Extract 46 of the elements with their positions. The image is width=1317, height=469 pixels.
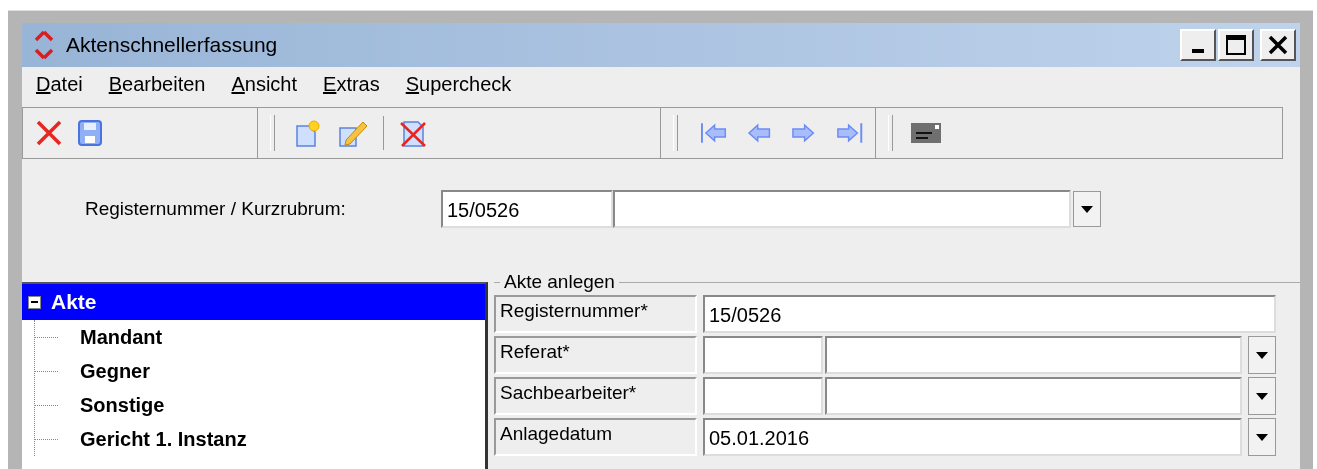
dropdown-arrow-icon — [1256, 433, 1268, 441]
close-button[interactable] — [1260, 29, 1296, 61]
menu-item[interactable]: Extras — [323, 72, 380, 96]
forward-arrow-icon[interactable] — [790, 121, 816, 145]
minimize-icon — [1192, 49, 1204, 53]
minimize-button[interactable] — [1180, 29, 1216, 61]
maximize-button[interactable] — [1218, 29, 1254, 61]
tree-item[interactable]: Mandant — [22, 320, 485, 354]
note-icon[interactable] — [911, 123, 941, 143]
input-field[interactable] — [825, 336, 1242, 374]
menu-item[interactable]: Datei — [36, 72, 83, 96]
menu-item[interactable]: Ansicht — [231, 72, 298, 96]
app-logo-icon — [32, 30, 56, 60]
menu-item[interactable]: Supercheck — [405, 72, 512, 96]
tree-item[interactable]: Gericht 1. Instanz — [22, 422, 485, 456]
delete-document-icon[interactable] — [398, 118, 428, 148]
input-field[interactable]: 15/0526 — [703, 295, 1276, 333]
dropdown-arrow-icon — [1256, 351, 1268, 359]
back-arrow-icon[interactable] — [747, 121, 773, 145]
input-field[interactable] — [613, 190, 1071, 228]
new-document-icon[interactable] — [293, 118, 323, 148]
dropdown-button[interactable] — [1248, 418, 1276, 456]
dropdown-button[interactable] — [1073, 191, 1101, 227]
tree-item[interactable]: Gegner — [22, 354, 485, 388]
window-title: Aktenschnellerfassung — [66, 33, 279, 57]
collapse-icon[interactable] — [28, 295, 41, 309]
input-field[interactable] — [825, 377, 1242, 415]
field-label: Registernummer* — [494, 295, 697, 333]
field-label: Sachbearbeiter* — [494, 377, 697, 415]
dropdown-button[interactable] — [1248, 377, 1276, 415]
field-label: Anlagedatum — [494, 418, 697, 456]
close-icon[interactable] — [35, 119, 63, 147]
menu-item[interactable]: Bearbeiten — [108, 72, 206, 96]
close-icon — [1268, 35, 1288, 55]
tree-item[interactable]: Sonstige — [22, 388, 485, 422]
field-label: Registernummer / Kurzrubrum: — [85, 198, 347, 220]
dropdown-arrow-icon — [1081, 205, 1093, 213]
dropdown-button[interactable] — [1248, 336, 1276, 374]
input-field[interactable] — [703, 377, 823, 415]
field-label: Referat* — [494, 336, 697, 374]
input-field[interactable] — [703, 336, 823, 374]
dropdown-arrow-icon — [1256, 392, 1268, 400]
tree-item[interactable]: Akte — [22, 284, 485, 320]
maximize-icon — [1226, 35, 1246, 55]
input-field[interactable]: 15/0526 — [441, 190, 613, 228]
input-field[interactable]: 05.01.2016 — [703, 418, 1242, 456]
